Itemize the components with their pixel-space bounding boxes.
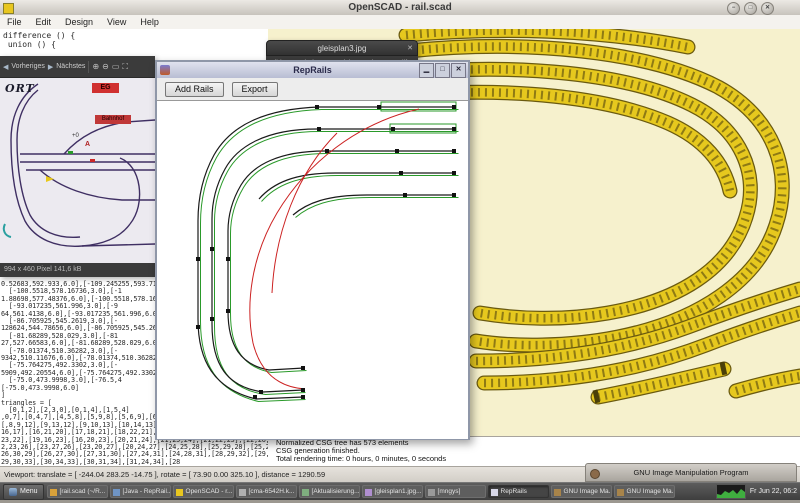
scanned-track-plan: ORT EG Bahnhof +0 A (0, 78, 155, 263)
reprails-titlebar[interactable]: RepRails ▁ □ ✕ (157, 62, 468, 79)
gimp-titlebar[interactable]: GNU Image Manipulation Program (585, 463, 797, 482)
add-rails-button[interactable]: Add Rails (165, 82, 224, 97)
gimp-app-icon (590, 469, 600, 479)
gleisplan-titlebar[interactable]: gleisplan3.jpg ✕ (266, 40, 418, 56)
taskbar-window-button[interactable]: [Java - RepRail... (110, 485, 171, 498)
maximize-icon[interactable]: □ (744, 2, 757, 15)
toolbar-separator (88, 61, 89, 73)
fullscreen-icon[interactable]: ⛶ (122, 62, 128, 72)
taskbar-window-button[interactable]: [mngys] (425, 485, 486, 498)
minimize-icon[interactable]: − (727, 2, 740, 15)
openscad-menu-item[interactable]: Design (58, 17, 100, 27)
openscad-console: Normalized CSG tree has 573 elementsCSG … (268, 436, 800, 466)
taskbar-window-button[interactable]: RepRails (488, 485, 549, 498)
scan-label-a: A (85, 141, 90, 148)
scan-label-eg: EG (92, 83, 119, 93)
plan-nodes (196, 105, 456, 399)
console-line: Total rendering time: 0 hours, 0 minutes… (276, 455, 800, 463)
scan-label-plus0: +0 (72, 133, 79, 139)
taskbar-clock: Fr Jun 22, 06:2 (750, 488, 797, 495)
taskbar-window-button[interactable]: [gleisplan1.jpg... (362, 485, 423, 498)
scan-label-bahnhof: Bahnhof (95, 115, 131, 124)
openscad-window-title: OpenSCAD - rail.scad (348, 2, 451, 13)
taskbar-window-button[interactable]: [Aktualisierung... (299, 485, 360, 498)
scan-drawing (0, 78, 155, 263)
gimp-window-title: GNU Image Manipulation Program (633, 468, 748, 477)
taskbar-window-list: [rail.scad (~/R...[Java - RepRail...Open… (47, 485, 675, 498)
previous-icon[interactable]: ◀ (3, 63, 8, 71)
taskbar-window-button[interactable]: GNU Image Ma... (551, 485, 612, 498)
reprails-canvas[interactable] (157, 100, 468, 439)
code-line: union () { (3, 40, 75, 49)
taskbar: Menu [rail.scad (~/R...[Java - RepRail..… (0, 482, 800, 500)
reprails-window: RepRails ▁ □ ✕ Add Rails Export (155, 60, 470, 440)
taskbar-menu-button[interactable]: Menu (3, 484, 44, 500)
close-icon[interactable]: ✕ (451, 63, 466, 78)
openscad-menu-item[interactable]: File (0, 17, 29, 27)
track-plan-drawing (157, 101, 468, 439)
cpu-graph (716, 484, 746, 499)
maximize-icon[interactable]: □ (435, 63, 450, 78)
viewport-status-text: Viewport: translate = [ -244.04 283.25 -… (4, 470, 325, 479)
zoom-fit-icon[interactable]: ▭ (112, 62, 120, 71)
reprails-window-title: RepRails (293, 65, 332, 75)
editor-code-top: difference () { union () { (3, 31, 75, 49)
plan-green-rails (201, 102, 459, 402)
taskbar-window-button[interactable]: [rail.scad (~/R... (47, 485, 108, 498)
openscad-titlebar[interactable]: OpenSCAD - rail.scad − □ ✕ (0, 0, 800, 16)
java-app-icon (160, 65, 170, 75)
openscad-app-icon (3, 3, 14, 14)
minimize-icon[interactable]: ▁ (419, 63, 434, 78)
image-viewer-statusbar: 994 x 460 Pixel 141,6 kB (0, 263, 155, 277)
close-icon[interactable]: ✕ (407, 41, 413, 56)
taskbar-window-button[interactable]: GNU Image Ma... (614, 485, 675, 498)
openscad-menu-item[interactable]: View (100, 17, 133, 27)
next-button[interactable]: Nächstes (56, 63, 85, 70)
zoom-out-icon[interactable]: ⊖ (102, 62, 109, 71)
close-icon[interactable]: ✕ (761, 2, 774, 15)
openscad-menubar: FileEditDesignViewHelp (0, 15, 800, 30)
scan-label-ort: ORT (5, 82, 35, 95)
code-line: 29,30,33],[30,34,33],[30,31,34],[31,24,3… (1, 459, 267, 466)
taskbar-window-button[interactable]: [cma-6542H.k... (236, 485, 297, 498)
image-viewer-window: ◀ Vorheriges ▶ Nächstes ⊕ ⊖ ▭ ⛶ ORT EG B… (0, 56, 155, 277)
zoom-in-icon[interactable]: ⊕ (92, 62, 99, 71)
previous-button[interactable]: Vorheriges (11, 63, 44, 70)
taskbar-window-button[interactable]: OpenSCAD - r... (173, 485, 234, 498)
export-button[interactable]: Export (232, 82, 278, 97)
reprails-toolbar: Add Rails Export (157, 78, 468, 100)
openscad-menu-item[interactable]: Help (133, 17, 166, 27)
image-viewer-toolbar: ◀ Vorheriges ▶ Nächstes ⊕ ⊖ ▭ ⛶ (0, 56, 155, 78)
menu-icon (9, 488, 17, 496)
openscad-menu-item[interactable]: Edit (29, 17, 59, 27)
next-icon[interactable]: ▶ (48, 63, 53, 71)
menu-button-label: Menu (20, 488, 38, 495)
image-size-text: 994 x 460 Pixel 141,6 kB (4, 266, 81, 273)
gleisplan-window-title: gleisplan3.jpg (318, 44, 367, 53)
code-line: difference () { (3, 31, 75, 40)
